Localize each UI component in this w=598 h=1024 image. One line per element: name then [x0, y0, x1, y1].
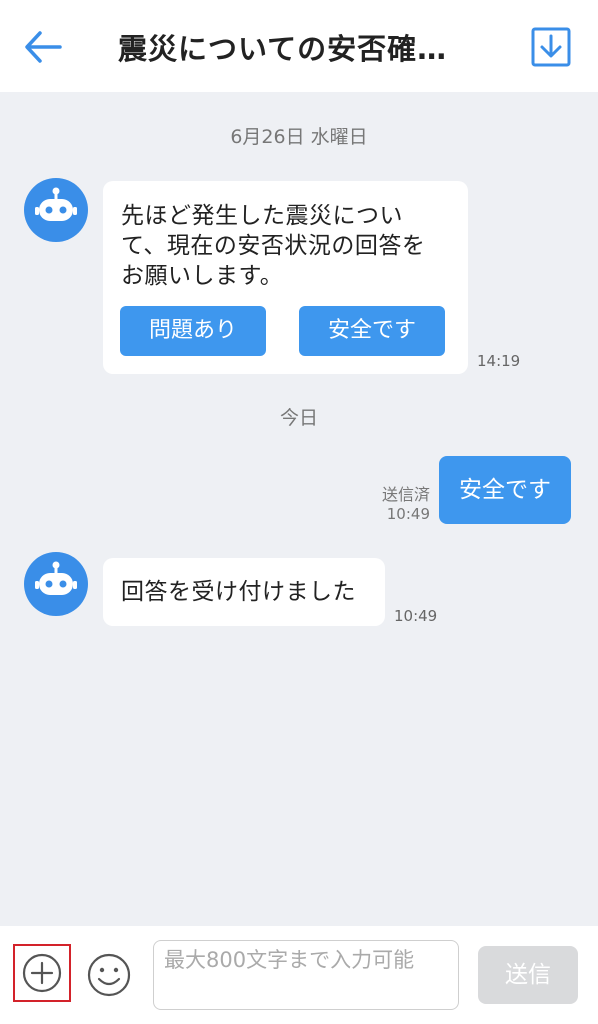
message-bubble: 先ほど発生した震災につい て、現在の安否状況の回答を お願いします。 問題あり …: [103, 181, 468, 374]
arrow-left-icon: [25, 31, 62, 63]
smiley-icon: [87, 953, 131, 997]
message-line: お願いします。: [121, 263, 284, 289]
send-button[interactable]: 送信: [478, 946, 578, 1004]
emoji-button[interactable]: [86, 952, 132, 998]
message-text: 回答を受け付けました: [121, 579, 356, 605]
message-time: 10:49: [386, 505, 430, 523]
bot-avatar: [24, 552, 88, 616]
message-line: 先ほど発生した震災につい: [121, 203, 403, 229]
sent-status: 送信済: [381, 485, 430, 504]
message-line: て、現在の安否状況の回答を: [121, 233, 426, 259]
download-icon: [531, 27, 571, 67]
plus-circle-icon: [22, 953, 62, 993]
safe-button[interactable]: 安全です: [299, 306, 445, 356]
app-header: 震災についての安否確…: [0, 0, 598, 92]
date-separator: 6月26日 水曜日: [230, 126, 368, 148]
attach-button[interactable]: [13, 944, 71, 1002]
date-separator: 今日: [279, 407, 318, 429]
back-button[interactable]: [22, 28, 64, 66]
bot-avatar: [24, 178, 88, 242]
robot-icon: [35, 561, 77, 595]
page-title: 震災についての安否確…: [118, 32, 448, 66]
message-bubble: 回答を受け付けました: [103, 558, 385, 626]
chat-log[interactable]: 6月26日 水曜日 先ほど発生した震災につい て、現在の安否状況の回答を お願い…: [0, 92, 598, 926]
download-button[interactable]: [530, 26, 572, 68]
outgoing-message-bubble: 安全です: [439, 456, 571, 524]
problem-button[interactable]: 問題あり: [120, 306, 266, 356]
message-text: 先ほど発生した震災につい て、現在の安否状況の回答を お願いします。: [121, 201, 461, 291]
robot-icon: [35, 187, 77, 221]
message-input[interactable]: [153, 940, 459, 1010]
message-time: 14:19: [477, 352, 521, 370]
message-time: 10:49: [394, 607, 438, 625]
